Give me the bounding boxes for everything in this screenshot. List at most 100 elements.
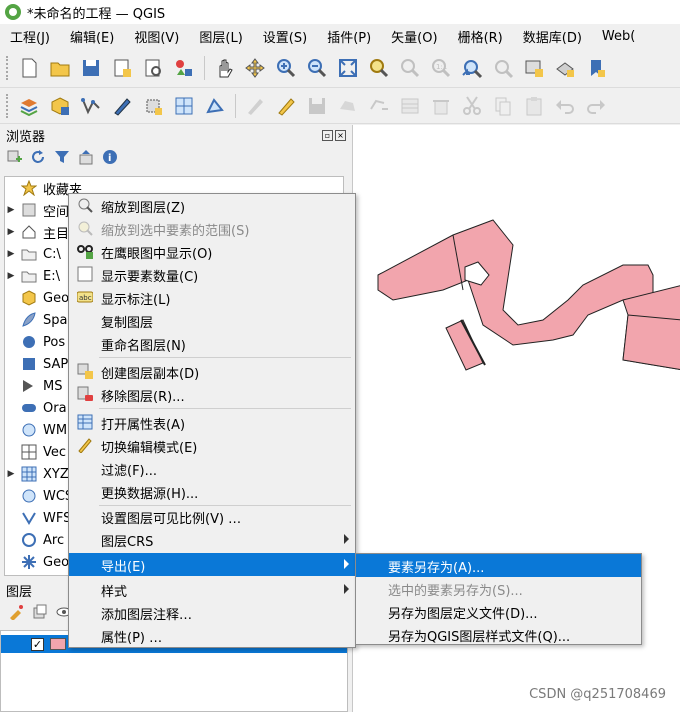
grid-layer-icon[interactable] — [173, 95, 195, 117]
menu-remove-layer[interactable]: 移除图层(R)... — [69, 383, 355, 406]
tree-item-sap[interactable]: SAP — [5, 353, 68, 375]
tree-item-wms[interactable]: WMS — [5, 419, 75, 441]
tree-item-wcs[interactable]: WCS — [5, 485, 73, 507]
filter-icon[interactable] — [54, 149, 70, 165]
menu-toggle-editing[interactable]: 切换编辑模式(E) — [69, 434, 355, 457]
layer-symbol-swatch[interactable] — [50, 638, 66, 650]
menu-plugins[interactable]: 插件(P) — [317, 27, 381, 46]
save-edits-icon[interactable] — [306, 95, 328, 117]
menu-change-data-source[interactable]: 更换数据源(H)... — [69, 480, 355, 503]
menu-raster[interactable]: 栅格(R) — [448, 27, 513, 46]
zoom-next-icon[interactable] — [492, 57, 514, 79]
zoom-last-icon[interactable] — [461, 57, 483, 79]
pan-to-selection-icon[interactable] — [244, 57, 266, 79]
menu-zoom-to-selection[interactable]: 缩放到选中要素的范围(S) — [69, 217, 355, 240]
menu-add-layer-notes[interactable]: 添加图层注释… — [69, 601, 355, 624]
save-project-icon[interactable] — [80, 57, 102, 79]
undo-icon[interactable] — [554, 95, 576, 117]
menu-zoom-to-layer[interactable]: 缩放到图层(Z) — [69, 194, 355, 217]
data-source-manager-icon[interactable] — [18, 95, 40, 117]
add-group-icon[interactable] — [32, 604, 48, 620]
menu-settings[interactable]: 设置(S) — [253, 27, 317, 46]
tree-item-spatial[interactable]: ▶ 空间 — [5, 199, 69, 221]
submenu-save-selected-features-as[interactable]: 选中的要素另存为(S)... — [356, 577, 641, 600]
tree-item-vector-tiles[interactable]: Vec — [5, 441, 66, 463]
menu-vector[interactable]: 矢量(O) — [381, 27, 447, 46]
new-project-icon[interactable] — [18, 57, 40, 79]
open-project-icon[interactable] — [49, 57, 71, 79]
tree-item-oracle[interactable]: Ora — [5, 397, 67, 419]
layer-visibility-checkbox[interactable]: ✓ — [31, 637, 44, 651]
new-geopackage-icon[interactable] — [49, 95, 71, 117]
zoom-to-selection-icon[interactable] — [368, 57, 390, 79]
zoom-native-icon[interactable]: 1:1 — [430, 57, 452, 79]
menu-view[interactable]: 视图(V) — [124, 27, 189, 46]
tree-item-geopackage[interactable]: Geo — [5, 287, 69, 309]
redo-icon[interactable] — [585, 95, 607, 117]
menu-open-attribute-table[interactable]: 打开属性表(A) — [69, 411, 355, 434]
menu-project[interactable]: 工程(J) — [0, 27, 60, 46]
delete-selected-icon[interactable] — [430, 95, 452, 117]
menu-show-feature-count[interactable]: 显示要素数量(C) — [69, 263, 355, 286]
new-bookmark-icon[interactable] — [585, 57, 607, 79]
tree-item-xyz[interactable]: ▶ XYZ — [5, 463, 69, 485]
menu-show-in-overview[interactable]: 在鹰眼图中显示(O) — [69, 240, 355, 263]
menu-styles[interactable]: 样式 — [69, 578, 355, 601]
menu-rename-layer[interactable]: 重命名图层(N) — [69, 332, 355, 355]
current-edits-icon[interactable] — [244, 95, 266, 117]
menu-duplicate-layer[interactable]: 创建图层副本(D) — [69, 360, 355, 383]
toolbar-grip-2[interactable] — [6, 93, 10, 118]
tree-item-home[interactable]: ▶ 主目 — [5, 221, 69, 243]
collapse-all-icon[interactable] — [78, 149, 94, 165]
tree-item-spatialite[interactable]: Spa — [5, 309, 67, 331]
temporary-scratch-layer-icon[interactable] — [142, 95, 164, 117]
info-icon[interactable]: i — [102, 149, 118, 165]
menu-database[interactable]: 数据库(D) — [513, 27, 592, 46]
submenu-save-layer-definition[interactable]: 另存为图层定义文件(D)... — [356, 600, 641, 623]
close-panel-icon[interactable]: × — [335, 129, 346, 141]
style-manager-icon[interactable] — [173, 57, 195, 79]
zoom-to-layer-icon[interactable] — [399, 57, 421, 79]
tree-item-wfs[interactable]: WFS — [5, 507, 71, 529]
pan-hand-icon[interactable] — [213, 57, 235, 79]
menu-show-labels[interactable]: abc 显示标注(L) — [69, 286, 355, 309]
new-map-view-icon[interactable] — [523, 57, 545, 79]
node-tool-icon[interactable] — [368, 95, 390, 117]
tree-item-postgis[interactable]: Pos — [5, 331, 65, 353]
tree-item-c-drive[interactable]: ▶ C:\ — [5, 243, 61, 265]
tree-item-arcgis[interactable]: Arc — [5, 529, 64, 551]
cut-features-icon[interactable] — [461, 95, 483, 117]
paste-features-icon[interactable] — [523, 95, 545, 117]
menu-edit[interactable]: 编辑(E) — [60, 27, 124, 46]
menu-filter[interactable]: 过滤(F)... — [69, 457, 355, 480]
submenu-save-features-as[interactable]: 要素另存为(A)... — [356, 554, 641, 577]
new-3d-map-icon[interactable] — [554, 57, 576, 79]
new-print-layout-icon[interactable] — [111, 57, 133, 79]
menu-layer-crs[interactable]: 图层CRS — [69, 528, 355, 551]
zoom-in-icon[interactable] — [275, 57, 297, 79]
layout-manager-icon[interactable] — [142, 57, 164, 79]
float-panel-icon[interactable]: ▫ — [322, 129, 333, 141]
menu-set-scale-visibility[interactable]: 设置图层可见比例(V) … — [69, 505, 355, 528]
digitize-freehand-icon[interactable] — [111, 95, 133, 117]
zoom-full-icon[interactable] — [337, 57, 359, 79]
add-feature-icon[interactable] — [337, 95, 359, 117]
tree-item-geonode[interactable]: Geo — [5, 551, 69, 573]
digitize-line-icon[interactable] — [80, 95, 102, 117]
menu-copy-layer[interactable]: 复制图层 — [69, 309, 355, 332]
vertex-tool-icon[interactable] — [204, 95, 226, 117]
menu-properties[interactable]: 属性(P) … — [69, 624, 355, 647]
toolbar-grip[interactable] — [6, 55, 10, 80]
copy-features-icon[interactable] — [492, 95, 514, 117]
tree-item-mssql[interactable]: MS — [5, 375, 62, 397]
style-panel-icon[interactable] — [8, 604, 24, 621]
zoom-out-icon[interactable] — [306, 57, 328, 79]
edit-table-icon[interactable] — [399, 95, 421, 117]
add-selected-layers-icon[interactable] — [6, 149, 22, 165]
refresh-icon[interactable] — [30, 149, 46, 165]
menu-export[interactable]: 导出(E) — [69, 553, 355, 576]
toggle-editing-icon[interactable] — [275, 95, 297, 117]
menu-layer[interactable]: 图层(L) — [189, 27, 252, 46]
menu-web[interactable]: Web( — [592, 29, 645, 44]
submenu-save-qgis-style[interactable]: 另存为QGIS图层样式文件(Q)... — [356, 623, 641, 646]
